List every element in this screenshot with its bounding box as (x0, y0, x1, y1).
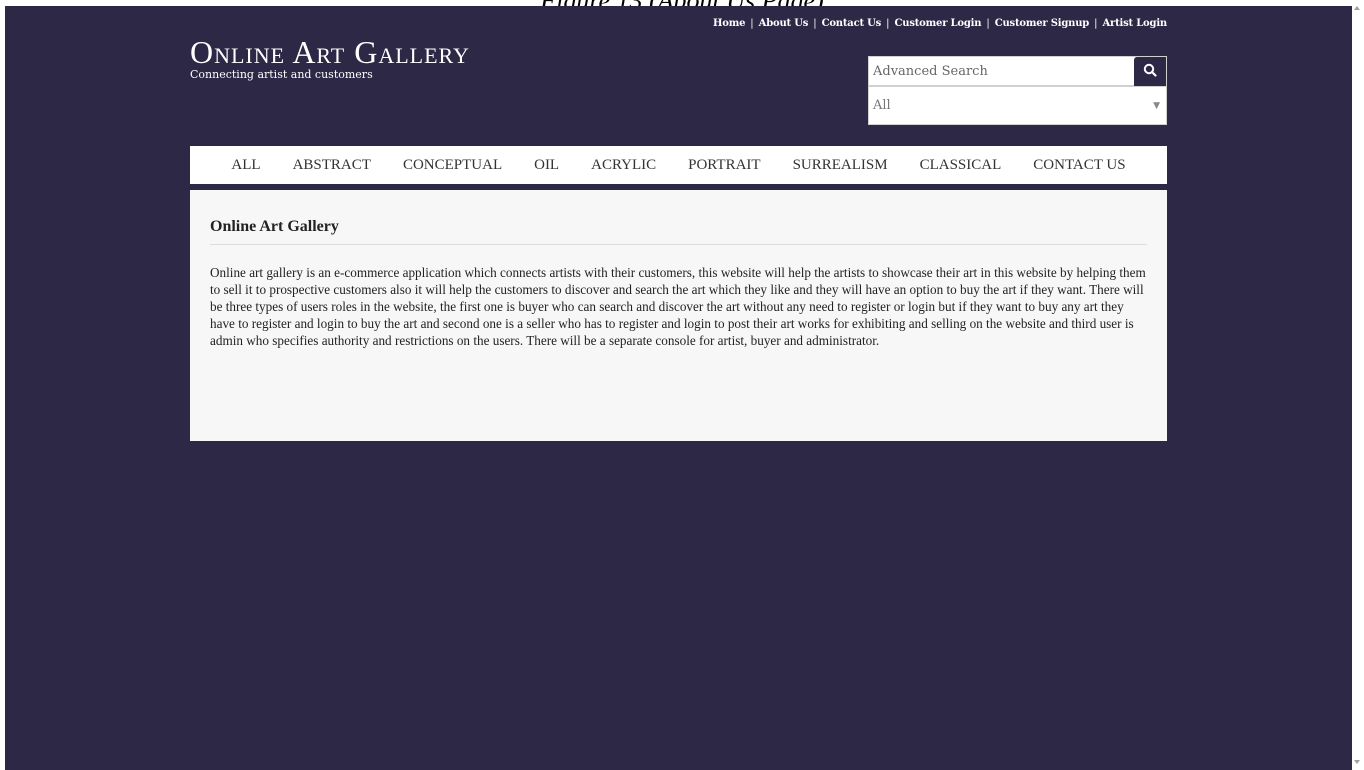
scroll-up-icon[interactable] (1354, 6, 1360, 10)
chevron-down-icon: ▼ (1153, 100, 1160, 111)
nav-item-abstract[interactable]: ABSTRACT (277, 157, 387, 174)
search-box (868, 56, 1167, 86)
top-link-home[interactable]: Home (713, 18, 745, 29)
vertical-scrollbar[interactable] (1352, 0, 1364, 770)
nav-item-all[interactable]: ALL (215, 157, 276, 174)
search-button[interactable] (1134, 56, 1166, 86)
about-text: Online art gallery is an e-commerce appl… (210, 265, 1146, 348)
separator: | (986, 18, 990, 29)
scroll-down-icon[interactable] (1354, 760, 1360, 764)
search-input[interactable] (869, 57, 1134, 85)
nav-item-portrait[interactable]: PORTRAIT (672, 157, 776, 174)
site-logo[interactable]: Online Art Gallery (190, 36, 470, 68)
top-links: Home | About Us | Contact Us | Customer … (713, 18, 1167, 29)
nav-item-oil[interactable]: OIL (518, 157, 575, 174)
separator: | (813, 18, 817, 29)
top-link-customer-login[interactable]: Customer Login (895, 18, 982, 29)
nav-item-acrylic[interactable]: ACRYLIC (575, 157, 672, 174)
site-tagline: Connecting artist and customers (190, 68, 373, 81)
about-panel: Online Art Gallery Online art gallery is… (190, 190, 1167, 441)
nav-item-conceptual[interactable]: CONCEPTUAL (387, 157, 518, 174)
top-link-artist-login[interactable]: Artist Login (1102, 18, 1167, 29)
main-nav: ALL ABSTRACT CONCEPTUAL OIL ACRYLIC PORT… (190, 146, 1167, 184)
top-link-contact-us[interactable]: Contact Us (822, 18, 882, 29)
separator: | (886, 18, 890, 29)
nav-item-classical[interactable]: CLASSICAL (904, 157, 1018, 174)
category-select[interactable]: All ▼ (868, 86, 1167, 125)
separator: | (1094, 18, 1098, 29)
top-link-customer-signup[interactable]: Customer Signup (995, 18, 1090, 29)
page-title: Online Art Gallery (210, 218, 1147, 245)
top-link-about-us[interactable]: About Us (759, 18, 809, 29)
nav-item-surrealism[interactable]: SURREALISM (777, 157, 904, 174)
category-select-value: All (873, 98, 891, 113)
browser-viewport: Home | About Us | Contact Us | Customer … (5, 6, 1352, 770)
search-icon (1143, 62, 1157, 81)
separator: | (750, 18, 754, 29)
nav-item-contact-us[interactable]: CONTACT US (1017, 157, 1141, 174)
